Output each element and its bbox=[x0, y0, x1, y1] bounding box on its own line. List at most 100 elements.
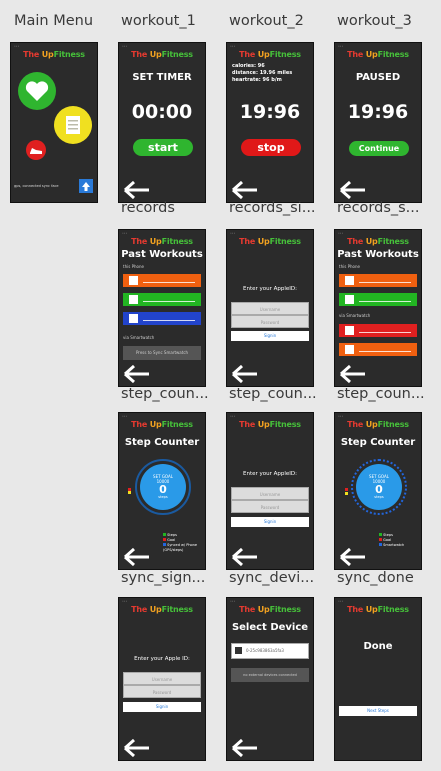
brand-logo: The UpFitness bbox=[239, 237, 301, 246]
main-menu-thumbnail[interactable]: ••• The UpFitness gps, connected sync fa… bbox=[10, 42, 98, 203]
workout-row[interactable] bbox=[339, 324, 417, 337]
title: Past Workouts bbox=[121, 249, 203, 260]
workout-row[interactable] bbox=[339, 343, 417, 356]
signin-prompt: Enter your Apple ID: bbox=[134, 656, 190, 662]
brand-logo: The UpFitness bbox=[347, 420, 409, 429]
signin-button[interactable]: Signin bbox=[231, 517, 309, 527]
step-counter-thumbnail[interactable]: ••• The UpFitness Step Counter SET GOAL … bbox=[118, 412, 206, 570]
footer-text: gps, connected sync face bbox=[14, 184, 59, 188]
brand-logo: The UpFitness bbox=[131, 50, 193, 59]
records-thumbnail[interactable]: ••• The UpFitness Past Workouts this Pho… bbox=[118, 229, 206, 387]
label-step-counter-2: step_coun... bbox=[229, 386, 317, 402]
records-synced-thumbnail[interactable]: ••• The UpFitness Past Workouts this Pho… bbox=[334, 229, 422, 387]
label-step-counter-3: step_coun... bbox=[337, 386, 425, 402]
sync-smartwatch-button[interactable]: Press to Sync Smartwatch bbox=[123, 346, 201, 360]
device-option[interactable]: 0-25c983863a5fa3 bbox=[231, 643, 309, 659]
back-arrow-icon[interactable] bbox=[231, 738, 259, 758]
label-workout-1: workout_1 bbox=[121, 13, 196, 29]
password-field[interactable]: Password bbox=[123, 685, 201, 698]
records-signin-thumbnail[interactable]: ••• The UpFitness Enter your AppleID: Us… bbox=[226, 229, 314, 387]
back-arrow-icon[interactable] bbox=[123, 738, 151, 758]
label-main-menu: Main Menu bbox=[14, 13, 94, 29]
workout-row[interactable] bbox=[339, 274, 417, 287]
brand-logo: The UpFitness bbox=[347, 605, 409, 614]
notes-button[interactable] bbox=[54, 106, 92, 144]
label-sync-done: sync_done bbox=[337, 570, 414, 586]
stop-button[interactable]: stop bbox=[241, 139, 301, 156]
signin-button[interactable]: Signin bbox=[123, 702, 201, 712]
legend: Steps Goal Synced w/ Phone (GPS/steps) bbox=[163, 533, 198, 552]
section-label: via Smartwatch bbox=[123, 335, 155, 340]
label-workout-2: workout_2 bbox=[229, 13, 304, 29]
back-arrow-icon[interactable] bbox=[231, 364, 259, 384]
back-arrow-icon[interactable] bbox=[339, 364, 367, 384]
back-arrow-icon[interactable] bbox=[339, 547, 367, 567]
legend: Steps Goal Smartwatch bbox=[379, 533, 404, 548]
brand-logo: The UpFitness bbox=[347, 237, 409, 246]
label-records: records bbox=[121, 200, 175, 216]
back-arrow-icon[interactable] bbox=[123, 364, 151, 384]
brand-logo: The UpFitness bbox=[131, 605, 193, 614]
back-arrow-icon[interactable] bbox=[231, 547, 259, 567]
brand-logo: The UpFitness bbox=[23, 50, 85, 59]
title: Step Counter bbox=[124, 437, 200, 448]
brand-logo: The UpFitness bbox=[131, 237, 193, 246]
label-step-counter-1: step_coun... bbox=[121, 386, 209, 402]
username-field[interactable]: Username bbox=[123, 672, 201, 685]
workout-3-thumbnail[interactable]: ••• The UpFitness PAUSED 19:96 Continue bbox=[334, 42, 422, 203]
brand-logo: The UpFitness bbox=[239, 605, 301, 614]
step-counter-signin-thumbnail[interactable]: ••• The UpFitness Enter your AppleID: Us… bbox=[226, 412, 314, 570]
label-sync-devi: sync_devi... bbox=[229, 570, 315, 586]
title: Select Device bbox=[231, 622, 309, 633]
label-sync-sign: sync_sign... bbox=[121, 570, 206, 586]
workout-row[interactable] bbox=[123, 274, 201, 287]
heart-button[interactable] bbox=[18, 72, 56, 110]
upload-button[interactable] bbox=[79, 179, 93, 193]
sync-signin-thumbnail[interactable]: ••• The UpFitness Enter your Apple ID: U… bbox=[118, 597, 206, 761]
back-arrow-icon[interactable] bbox=[231, 180, 259, 200]
password-field[interactable]: Password bbox=[231, 315, 309, 328]
workout-1-thumbnail[interactable]: ••• The UpFitness SET TIMER 00:00 start bbox=[118, 42, 206, 203]
label-records-si: records_si... bbox=[229, 200, 316, 216]
goal-circle[interactable]: SET GOAL 10000 0 steps bbox=[356, 464, 402, 510]
timer: 00:00 bbox=[131, 101, 193, 123]
username-field[interactable]: Username bbox=[231, 302, 309, 315]
back-arrow-icon[interactable] bbox=[123, 180, 151, 200]
title: PAUSED bbox=[355, 72, 401, 83]
brand-logo: The UpFitness bbox=[239, 420, 301, 429]
workout-row[interactable] bbox=[339, 293, 417, 306]
checkbox[interactable] bbox=[235, 647, 242, 654]
start-button[interactable]: start bbox=[133, 139, 193, 156]
label-workout-3: workout_3 bbox=[337, 13, 412, 29]
heart-icon bbox=[25, 81, 49, 101]
workout-row[interactable] bbox=[123, 312, 201, 325]
sync-done-thumbnail[interactable]: ••• The UpFitness Done Next Steps bbox=[334, 597, 422, 761]
sync-device-thumbnail[interactable]: ••• The UpFitness Select Device 0-25c983… bbox=[226, 597, 314, 761]
workout-2-thumbnail[interactable]: ••• The UpFitness calories: 96 distance:… bbox=[226, 42, 314, 203]
upload-icon bbox=[82, 182, 90, 191]
shoe-button[interactable] bbox=[26, 140, 46, 160]
signin-button[interactable]: Signin bbox=[231, 331, 309, 341]
workout-stats: calories: 96 distance: 19.96 miles heart… bbox=[232, 63, 293, 83]
title: Done bbox=[363, 641, 393, 652]
back-arrow-icon[interactable] bbox=[123, 547, 151, 567]
section-label: this Phone bbox=[123, 264, 144, 269]
timer: 19:96 bbox=[347, 101, 409, 123]
step-counter-synced-thumbnail[interactable]: ••• The UpFitness Step Counter SET GOAL … bbox=[334, 412, 422, 570]
back-arrow-icon[interactable] bbox=[339, 180, 367, 200]
section-label: via Smartwatch bbox=[339, 313, 371, 318]
continue-button[interactable]: Continue bbox=[349, 141, 409, 156]
label-records-s: records_s... bbox=[337, 200, 420, 216]
goal-circle[interactable]: SET GOAL 10000 0 steps bbox=[140, 464, 186, 510]
workout-row[interactable] bbox=[123, 293, 201, 306]
next-button[interactable]: Next Steps bbox=[339, 706, 417, 716]
timer: 19:96 bbox=[239, 101, 301, 123]
section-label: this Phone bbox=[339, 264, 360, 269]
title: SET TIMER bbox=[132, 72, 192, 83]
notes-icon bbox=[66, 116, 80, 134]
status-bar: ••• bbox=[14, 44, 20, 48]
title: Past Workouts bbox=[337, 249, 419, 260]
username-field[interactable]: Username bbox=[231, 487, 309, 500]
password-field[interactable]: Password bbox=[231, 500, 309, 513]
device-status: no external devices connected bbox=[231, 668, 309, 682]
